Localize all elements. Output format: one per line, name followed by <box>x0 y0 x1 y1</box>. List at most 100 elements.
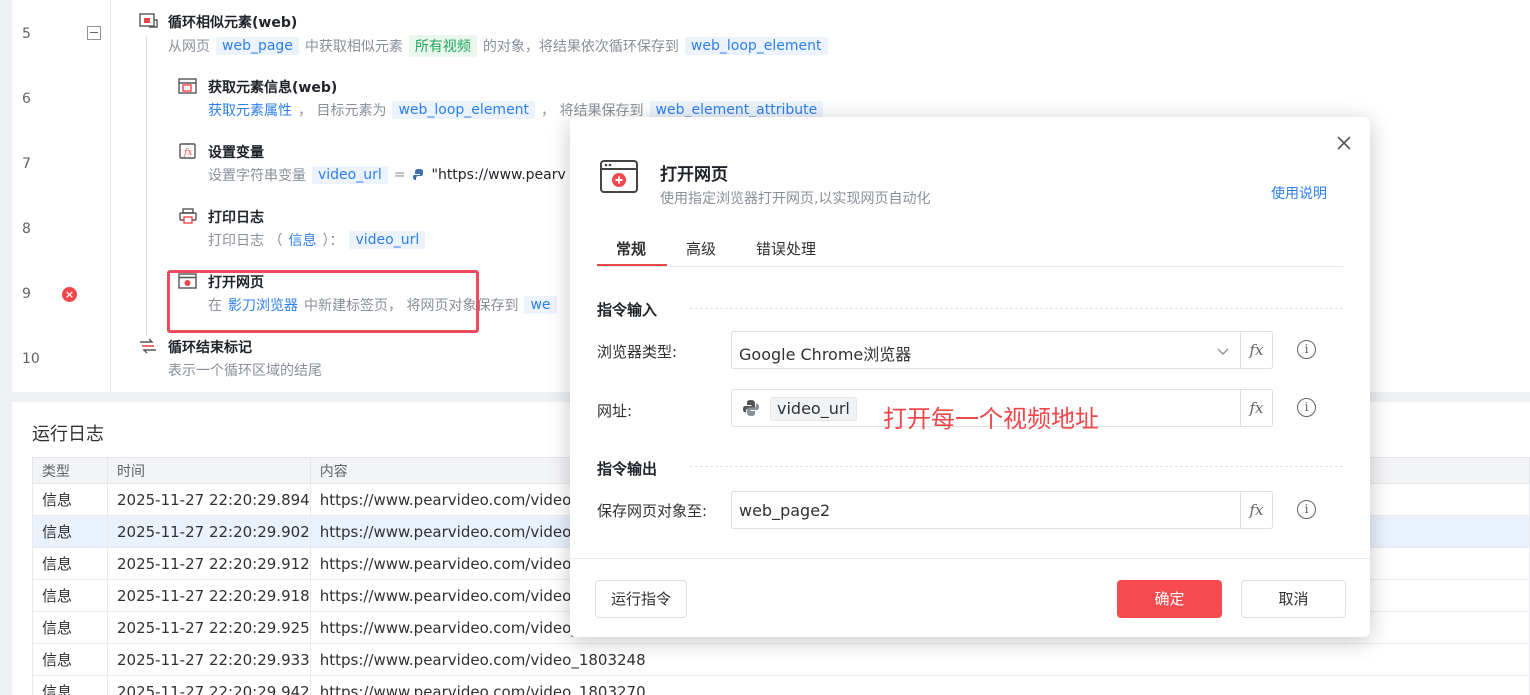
python-icon <box>743 400 759 416</box>
variable-tag: web_loop_element <box>684 37 828 55</box>
log-time: 2025-11-27 22:20:29.912 <box>107 547 311 580</box>
desc-text: ， 目标元素为 <box>298 103 387 119</box>
dialog-subtitle: 使用指定浏览器打开网页,以实现网页自动化 <box>660 191 931 207</box>
variable-tag: video_url <box>349 231 426 249</box>
log-time: 2025-11-27 22:20:29.918 <box>107 579 311 612</box>
section-divider <box>690 466 1343 467</box>
save-object-value: web_page2 <box>739 501 831 520</box>
info-icon[interactable]: i <box>1297 340 1316 359</box>
element-tag: 所有视频 <box>408 35 477 57</box>
info-icon[interactable]: i <box>1297 500 1316 519</box>
desc-link: 信息 <box>288 233 317 249</box>
log-content: https://www.pearvideo.com/video_1803248 <box>309 643 1530 676</box>
desc-text: 的对象，将结果依次循环保存到 <box>482 39 679 55</box>
step-description: 表示一个循环区域的结尾 <box>168 360 322 380</box>
variable-icon: fx <box>179 143 196 159</box>
annotation-text: 打开每一个视频地址 <box>883 405 1099 433</box>
log-type: 信息 <box>32 483 108 516</box>
fx-button[interactable]: fx <box>1240 332 1272 368</box>
step-title: 打印日志 <box>208 210 264 226</box>
fx-button[interactable]: fx <box>1240 390 1272 426</box>
error-icon[interactable]: × <box>62 287 77 302</box>
tab-general[interactable]: 常规 <box>616 238 646 259</box>
dialog-title: 打开网页 <box>660 165 728 185</box>
desc-text: 打印日志 （ <box>208 233 283 249</box>
table-row[interactable]: 信息 2025-11-27 22:20:29.933 https://www.p… <box>32 643 1530 676</box>
fx-button[interactable]: fx <box>1240 492 1272 528</box>
browser-icon <box>600 160 638 193</box>
element-info-icon <box>178 78 197 94</box>
python-icon <box>412 169 423 180</box>
variable-tag: we <box>524 296 557 314</box>
loop-guide-line <box>146 36 147 336</box>
confirm-button[interactable]: 确定 <box>1117 580 1222 618</box>
line-number: 10 <box>22 351 40 367</box>
variable-chip[interactable]: video_url <box>770 397 857 421</box>
collapse-toggle[interactable] <box>87 26 101 40</box>
run-command-button[interactable]: 运行指令 <box>595 580 687 618</box>
variable-tag: web_page <box>216 37 299 55</box>
step-description: 打印日志 （ 信息 ）： video_url <box>208 230 426 250</box>
variable-tag: video_url <box>312 166 388 184</box>
info-icon[interactable]: i <box>1297 398 1316 417</box>
step-description: 从网页 web_page 中获取相似元素 所有视频 的对象，将结果依次循环保存到… <box>168 35 828 57</box>
step-title: 循环结束标记 <box>168 340 252 356</box>
tab-advanced[interactable]: 高级 <box>686 238 716 259</box>
printer-icon <box>179 208 197 224</box>
browser-type-value: Google Chrome浏览器 <box>739 345 912 364</box>
section-divider <box>690 308 1343 309</box>
step-title: 循环相似元素(web) <box>168 15 298 31</box>
chevron-down-icon[interactable] <box>1217 345 1229 357</box>
desc-value: "https://www.pearv <box>431 167 566 183</box>
cancel-button[interactable]: 取消 <box>1241 580 1346 618</box>
log-time: 2025-11-27 22:20:29.902 <box>107 515 311 548</box>
desc-text: = <box>393 167 406 183</box>
log-time: 2025-11-27 22:20:29.894 <box>107 483 311 516</box>
desc-text: ）： <box>322 233 344 249</box>
step-title: 获取元素信息(web) <box>208 80 338 96</box>
svg-text:fx: fx <box>183 148 192 158</box>
log-type: 信息 <box>32 675 108 695</box>
desc-text: 中获取相似元素 <box>304 39 403 55</box>
log-type: 信息 <box>32 611 108 644</box>
log-time: 2025-11-27 22:20:29.933 <box>107 643 311 676</box>
section-output-title: 指令输出 <box>597 460 658 478</box>
variable-tag: web_loop_element <box>392 101 536 119</box>
line-number: 5 <box>22 26 31 42</box>
log-time: 2025-11-27 22:20:29.942 <box>107 675 311 695</box>
help-link[interactable]: 使用说明 <box>1271 183 1327 203</box>
desc-text: 设置字符串变量 <box>208 168 306 184</box>
step-description: 设置字符串变量 video_url = "https://www.pearv <box>208 165 566 185</box>
desc-text: 表示一个循环区域的结尾 <box>168 363 322 379</box>
table-row[interactable]: 信息 2025-11-27 22:20:29.942 https://www.p… <box>32 675 1530 695</box>
section-input-title: 指令输入 <box>597 301 658 319</box>
gutter-divider <box>110 0 111 392</box>
desc-text: 从网页 <box>168 39 210 55</box>
open-webpage-dialog: 打开网页 使用指定浏览器打开网页,以实现网页自动化 使用说明 常规 高级 错误处… <box>570 117 1370 637</box>
tab-error-handling[interactable]: 错误处理 <box>756 238 816 259</box>
log-type: 信息 <box>32 515 108 548</box>
close-icon[interactable] <box>1334 133 1354 153</box>
log-content: https://www.pearvideo.com/video_1803270 <box>309 675 1530 695</box>
active-tab-indicator <box>597 264 667 266</box>
line-number: 8 <box>22 221 31 237</box>
save-object-label: 保存网页对象至: <box>597 502 708 520</box>
dialog-tabs: 常规 高级 错误处理 <box>597 235 1343 267</box>
column-header[interactable]: 类型 <box>32 457 108 484</box>
column-header[interactable]: 时间 <box>107 457 311 484</box>
log-type: 信息 <box>32 643 108 676</box>
loop-end-icon <box>140 338 156 354</box>
log-time: 2025-11-27 22:20:29.925 <box>107 611 311 644</box>
log-title: 运行日志 <box>32 424 104 445</box>
line-number: 6 <box>22 91 31 107</box>
url-label: 网址: <box>597 402 633 420</box>
log-type: 信息 <box>32 579 108 612</box>
save-object-input[interactable]: web_page2 fx <box>731 491 1273 529</box>
loop-icon <box>139 13 158 28</box>
step-title: 设置变量 <box>208 145 264 161</box>
footer-divider <box>570 558 1370 559</box>
log-type: 信息 <box>32 547 108 580</box>
browser-type-select[interactable]: Google Chrome浏览器 fx <box>731 331 1273 369</box>
line-number: 7 <box>22 156 31 172</box>
desc-link: 获取元素属性 <box>208 103 292 119</box>
